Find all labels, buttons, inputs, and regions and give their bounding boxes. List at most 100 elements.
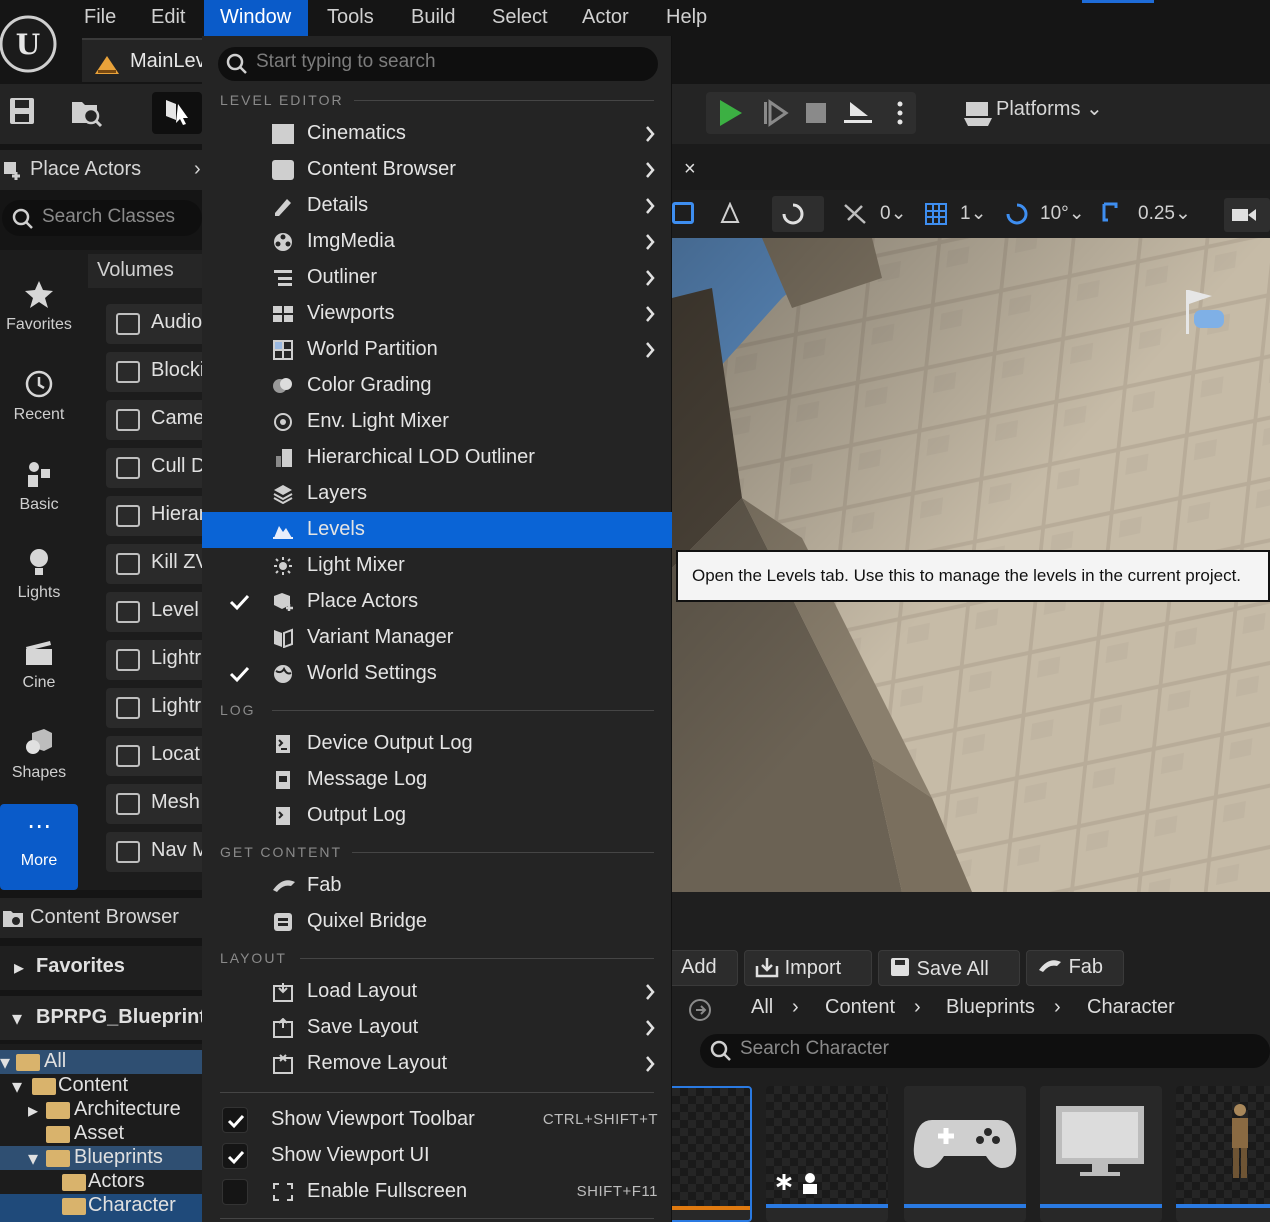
menu-item-outliner[interactable]: Outliner [202, 260, 672, 296]
tree-item-all[interactable]: ▾ All [0, 1050, 202, 1074]
menu-item-remove-layout[interactable]: Remove Layout [202, 1046, 672, 1082]
cb-project[interactable]: ▾ BPRPG_Blueprint [0, 996, 206, 1040]
rotation-snap-value[interactable]: 10°⌄ [1040, 202, 1085, 225]
menu-help[interactable]: Help [650, 0, 723, 36]
breadcrumb-item[interactable]: All [751, 996, 773, 1019]
menu-item-save-layout[interactable]: Save Layout [202, 1010, 672, 1046]
menu-item-hlod-outliner[interactable]: Hierarchical LOD Outliner [202, 440, 672, 476]
toggle-show-viewport-toolbar[interactable]: Show Viewport Toolbar CTRL+SHIFT+T [202, 1102, 672, 1138]
volume-item-nav[interactable]: Nav M [106, 832, 202, 872]
asset-tile[interactable] [766, 1086, 888, 1222]
content-browser-header[interactable]: Content Browser [0, 898, 202, 938]
volume-item-audio[interactable]: Audio [106, 304, 202, 344]
checkbox-checked[interactable] [222, 1143, 248, 1169]
menu-item-place-actors[interactable]: Place Actors [202, 584, 672, 620]
volume-item-mesh[interactable]: Mesh [106, 784, 202, 824]
menu-item-imgmedia[interactable]: ImgMedia [202, 224, 672, 260]
grid-snap-value[interactable]: 0⌄ [880, 202, 907, 225]
volume-item-cull[interactable]: Cull D [106, 448, 202, 488]
platforms-button[interactable]: Platforms ⌄ [996, 96, 1103, 121]
tree-item-asset[interactable]: Asset [0, 1122, 202, 1146]
surface-snap-icon[interactable] [842, 202, 870, 226]
menu-item-world-partition[interactable]: World Partition [202, 332, 672, 368]
menu-build[interactable]: Build [395, 0, 471, 36]
tree-item-architecture[interactable]: ▸ Architecture [0, 1098, 202, 1122]
add-button[interactable]: Add [664, 950, 738, 986]
menu-file[interactable]: File [68, 0, 132, 36]
menu-item-viewports[interactable]: Viewports [202, 296, 672, 332]
mode-select-button[interactable] [152, 92, 202, 134]
menu-tools[interactable]: Tools [311, 0, 390, 36]
fab-button[interactable]: Fab [1026, 950, 1124, 986]
menu-item-output-log[interactable]: Output Log [202, 798, 672, 834]
menu-item-message-log[interactable]: Message Log [202, 762, 672, 798]
tree-item-actors[interactable]: Actors [0, 1170, 202, 1194]
search-character-input[interactable]: Search Character [700, 1034, 1270, 1068]
volume-item-blocking[interactable]: Blocki [106, 352, 202, 392]
category-cine[interactable]: Cine [0, 626, 78, 712]
tree-item-blueprints[interactable]: ▾ Blueprints [0, 1146, 202, 1170]
category-recent[interactable]: Recent [0, 358, 78, 444]
viewport-maximize-icon[interactable] [672, 202, 694, 224]
menu-window[interactable]: Window [204, 0, 308, 36]
scale-snap-value[interactable]: 0.25⌄ [1138, 202, 1191, 225]
asset-tile[interactable] [904, 1086, 1026, 1222]
category-lights[interactable]: Lights [0, 536, 78, 622]
tree-item-character[interactable]: Character [0, 1194, 202, 1222]
category-shapes[interactable]: Shapes [0, 716, 78, 802]
menu-item-env-light-mixer[interactable]: Env. Light Mixer [202, 404, 672, 440]
camera-speed-button[interactable] [1224, 198, 1270, 232]
scale-snap-icon[interactable] [1100, 200, 1128, 228]
unreal-logo-icon[interactable]: U [0, 4, 58, 78]
menu-item-content-browser[interactable]: Content Browser [202, 152, 672, 188]
menu-item-device-output-log[interactable]: Device Output Log [202, 726, 672, 762]
grid-icon[interactable] [924, 202, 948, 226]
category-more[interactable]: ⋯ More [0, 804, 78, 890]
volume-item-killz[interactable]: Kill ZV [106, 544, 202, 584]
menu-item-load-layout[interactable]: Load Layout [202, 974, 672, 1010]
rotate-snap-button[interactable] [772, 196, 824, 232]
save-icon[interactable] [8, 96, 36, 126]
menu-edit[interactable]: Edit [135, 0, 201, 36]
history-forward-icon[interactable] [688, 998, 712, 1022]
menu-item-details[interactable]: Details [202, 188, 672, 224]
menu-item-cinematics[interactable]: Cinematics [202, 116, 672, 152]
search-classes-input[interactable]: Search Classes [2, 200, 202, 236]
menu-item-variant-manager[interactable]: Variant Manager [202, 620, 672, 656]
grid-size-value[interactable]: 1⌄ [960, 202, 987, 225]
place-actors-header[interactable]: Place Actors › [0, 150, 202, 190]
menu-select[interactable]: Select [476, 0, 564, 36]
breadcrumb-item[interactable]: Content [825, 996, 895, 1019]
breadcrumb-item[interactable]: Blueprints [946, 996, 1035, 1019]
toggle-enable-fullscreen[interactable]: Enable Fullscreen SHIFT+F11 [202, 1174, 672, 1210]
volume-item-lightmass1[interactable]: Lightr [106, 640, 202, 680]
checkbox-checked[interactable] [222, 1107, 248, 1133]
toggle-show-viewport-ui[interactable]: Show Viewport UI [202, 1138, 672, 1174]
window-menu-search[interactable]: Start typing to search [218, 47, 658, 81]
close-icon[interactable]: × [684, 158, 696, 181]
volume-item-camera[interactable]: Came [106, 400, 202, 440]
breadcrumb-item[interactable]: Character [1087, 996, 1175, 1019]
content-browser-icon[interactable] [70, 96, 104, 128]
save-all-button[interactable]: Save All [878, 950, 1020, 986]
asset-tile[interactable] [1040, 1086, 1162, 1222]
checkbox-unchecked[interactable] [222, 1179, 248, 1205]
menu-item-world-settings[interactable]: World Settings [202, 656, 672, 692]
menu-item-layers[interactable]: Layers [202, 476, 672, 512]
tree-item-content[interactable]: ▾ Content [0, 1074, 202, 1098]
rotation-snap-icon[interactable] [1002, 200, 1030, 228]
menu-item-fab[interactable]: Fab [202, 868, 672, 904]
cb-favorites[interactable]: ▸ Favorites [0, 946, 202, 990]
category-basic[interactable]: Basic [0, 448, 78, 534]
volume-item-hierarchical[interactable]: Hierar [106, 496, 202, 536]
import-button[interactable]: Import [744, 950, 872, 986]
menu-actor[interactable]: Actor [566, 0, 645, 36]
asset-tile[interactable] [1176, 1086, 1270, 1222]
menu-item-light-mixer[interactable]: Light Mixer [202, 548, 672, 584]
level-tab[interactable]: MainLev [82, 38, 212, 82]
category-favorites[interactable]: Favorites [0, 268, 78, 354]
transform-gizmo-icon[interactable] [718, 202, 742, 226]
menu-item-color-grading[interactable]: Color Grading [202, 368, 672, 404]
volume-item-location[interactable]: Locat [106, 736, 202, 776]
volume-item-level[interactable]: Level [106, 592, 202, 632]
